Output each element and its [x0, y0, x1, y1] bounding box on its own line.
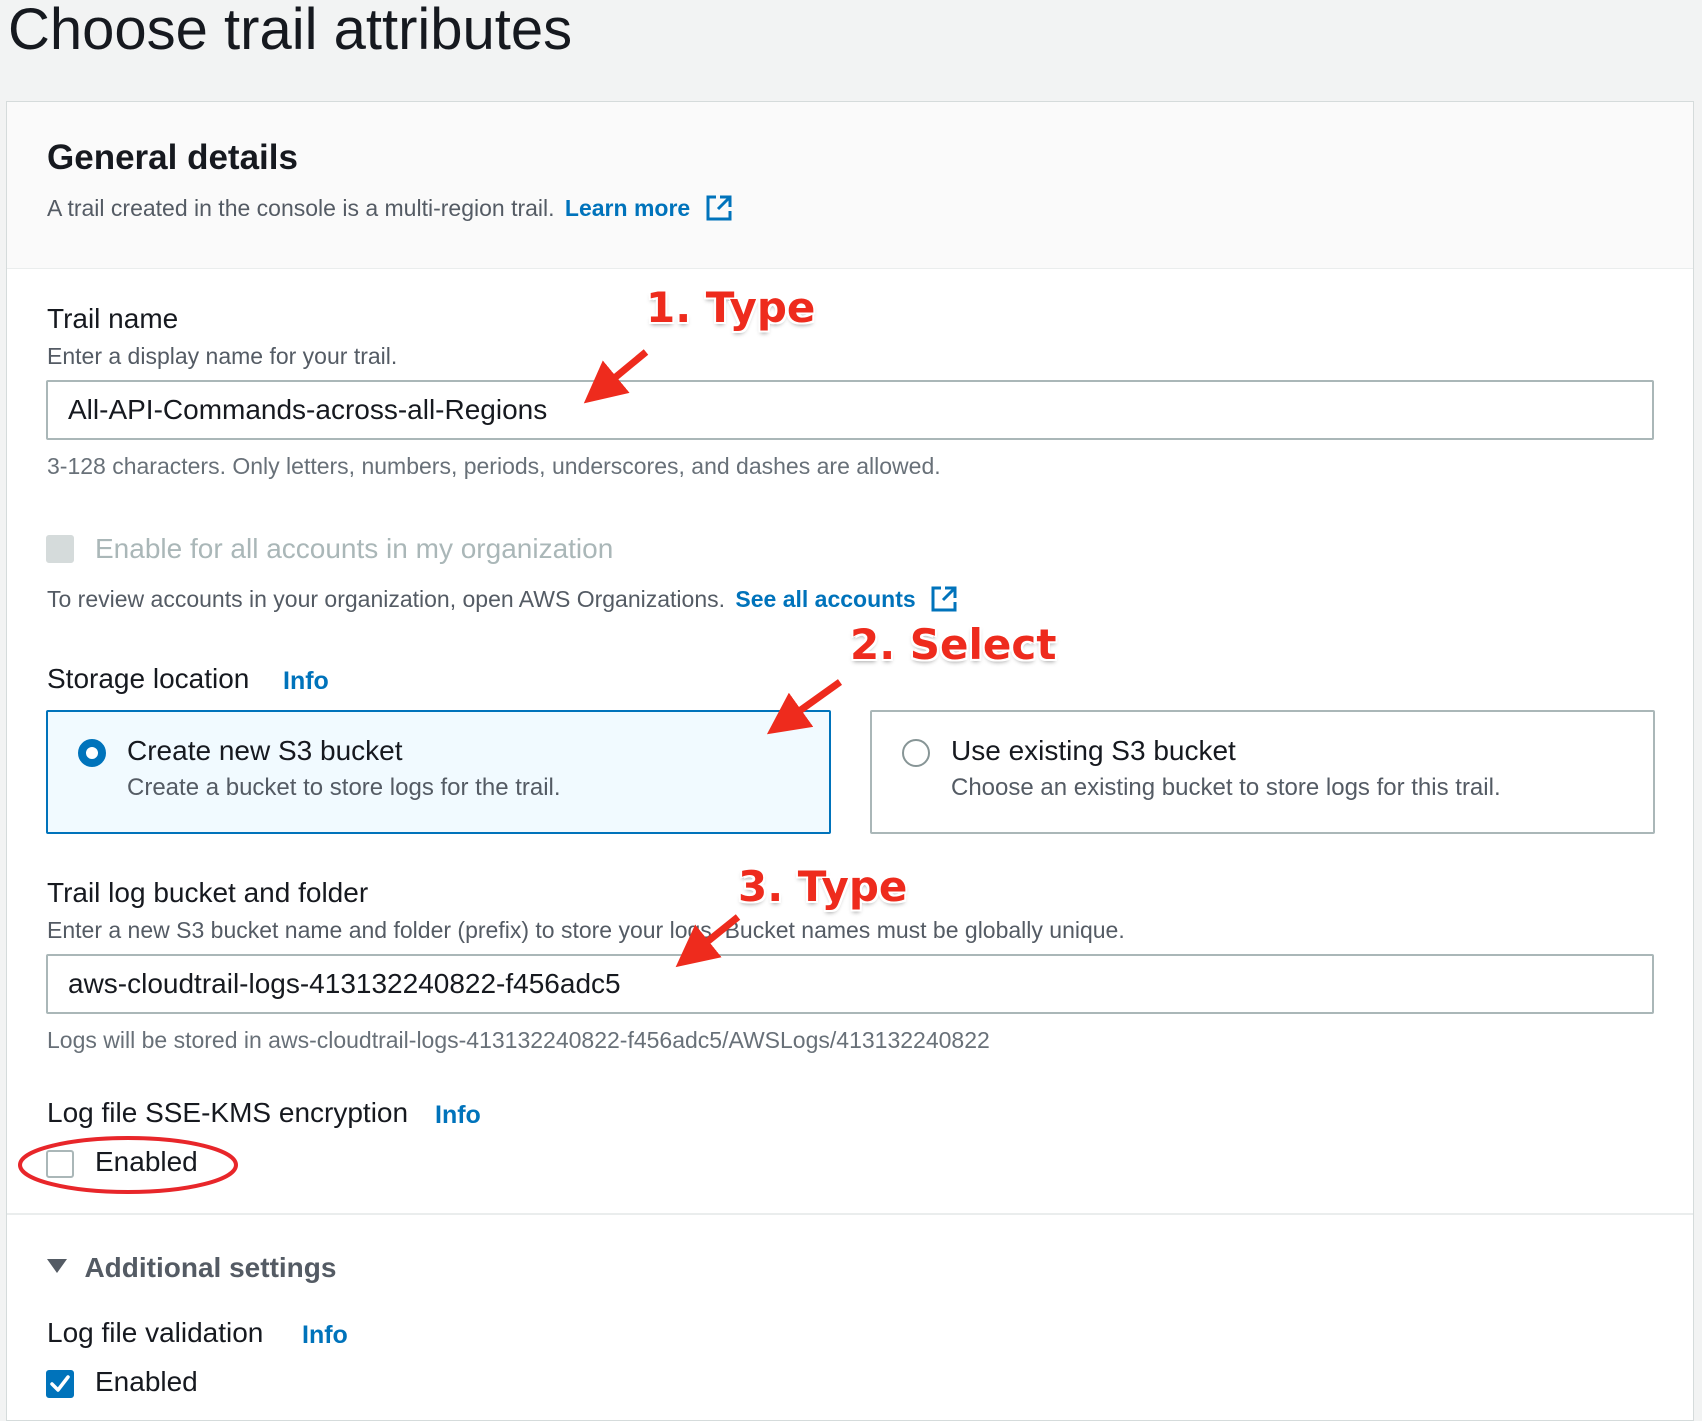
trail-name-label: Trail name: [47, 303, 179, 334]
additional-settings-toggle[interactable]: Additional settings: [46, 1252, 336, 1284]
annotation-step1: 1. Type: [646, 283, 816, 332]
section-divider: [7, 1213, 1693, 1215]
learn-more-label: Learn more: [564, 195, 691, 221]
learn-more-link[interactable]: Learn more: [565, 195, 733, 221]
general-description-text: A trail created in the console is a mult…: [47, 195, 555, 221]
log-validation-label: Log file validation: [47, 1317, 264, 1348]
see-all-accounts-link[interactable]: See all accounts: [735, 586, 958, 612]
storage-location-label: Storage location: [47, 663, 250, 694]
organization-checkbox-label: Enable for all accounts in my organizati…: [95, 533, 614, 564]
external-link-icon: [931, 586, 957, 612]
additional-settings-heading: Additional settings: [84, 1252, 337, 1283]
checkmark-icon: [50, 1375, 70, 1392]
use-existing-bucket-radio[interactable]: [902, 739, 930, 767]
bucket-path-note: Logs will be stored in aws-cloudtrail-lo…: [47, 1027, 990, 1053]
encryption-label: Log file SSE-KMS encryption: [47, 1097, 409, 1128]
create-new-bucket-description: Create a bucket to store logs for the tr…: [127, 774, 561, 801]
trail-name-constraint: 3-128 characters. Only letters, numbers,…: [47, 453, 941, 479]
general-details-heading: General details: [47, 138, 298, 177]
bucket-label: Trail log bucket and folder: [47, 877, 369, 908]
annotation-ellipse: [18, 1136, 238, 1194]
use-existing-bucket-tile[interactable]: [870, 710, 1655, 834]
organization-checkbox[interactable]: [46, 535, 74, 563]
caret-down-icon: [47, 1259, 67, 1273]
bucket-name-input[interactable]: [46, 954, 1654, 1014]
external-link-icon: [706, 195, 732, 221]
trail-name-description: Enter a display name for your trail.: [47, 343, 398, 369]
encryption-info-link[interactable]: Info: [435, 1101, 481, 1130]
create-new-bucket-tile[interactable]: [46, 710, 831, 834]
organization-note-text: To review accounts in your organization,…: [47, 586, 726, 612]
use-existing-bucket-title: Use existing S3 bucket: [951, 735, 1236, 766]
general-details-description: A trail created in the console is a mult…: [47, 194, 733, 222]
log-validation-checkbox-label: Enabled: [95, 1366, 198, 1397]
organization-note: To review accounts in your organization,…: [47, 585, 958, 613]
annotation-step3: 3. Type: [738, 862, 908, 911]
page-title: Choose trail attributes: [8, 0, 573, 62]
create-new-bucket-radio[interactable]: [78, 739, 106, 767]
see-all-accounts-label: See all accounts: [735, 586, 916, 612]
log-validation-checkbox[interactable]: [46, 1370, 74, 1398]
trail-name-input[interactable]: [46, 380, 1654, 440]
use-existing-bucket-description: Choose an existing bucket to store logs …: [951, 774, 1501, 801]
log-validation-info-link[interactable]: Info: [302, 1321, 348, 1350]
panel-header: [7, 102, 1693, 269]
create-new-bucket-title: Create new S3 bucket: [127, 735, 403, 766]
annotation-step2: 2. Select: [850, 620, 1057, 669]
bucket-description: Enter a new S3 bucket name and folder (p…: [47, 917, 1125, 943]
storage-info-link[interactable]: Info: [283, 667, 329, 696]
